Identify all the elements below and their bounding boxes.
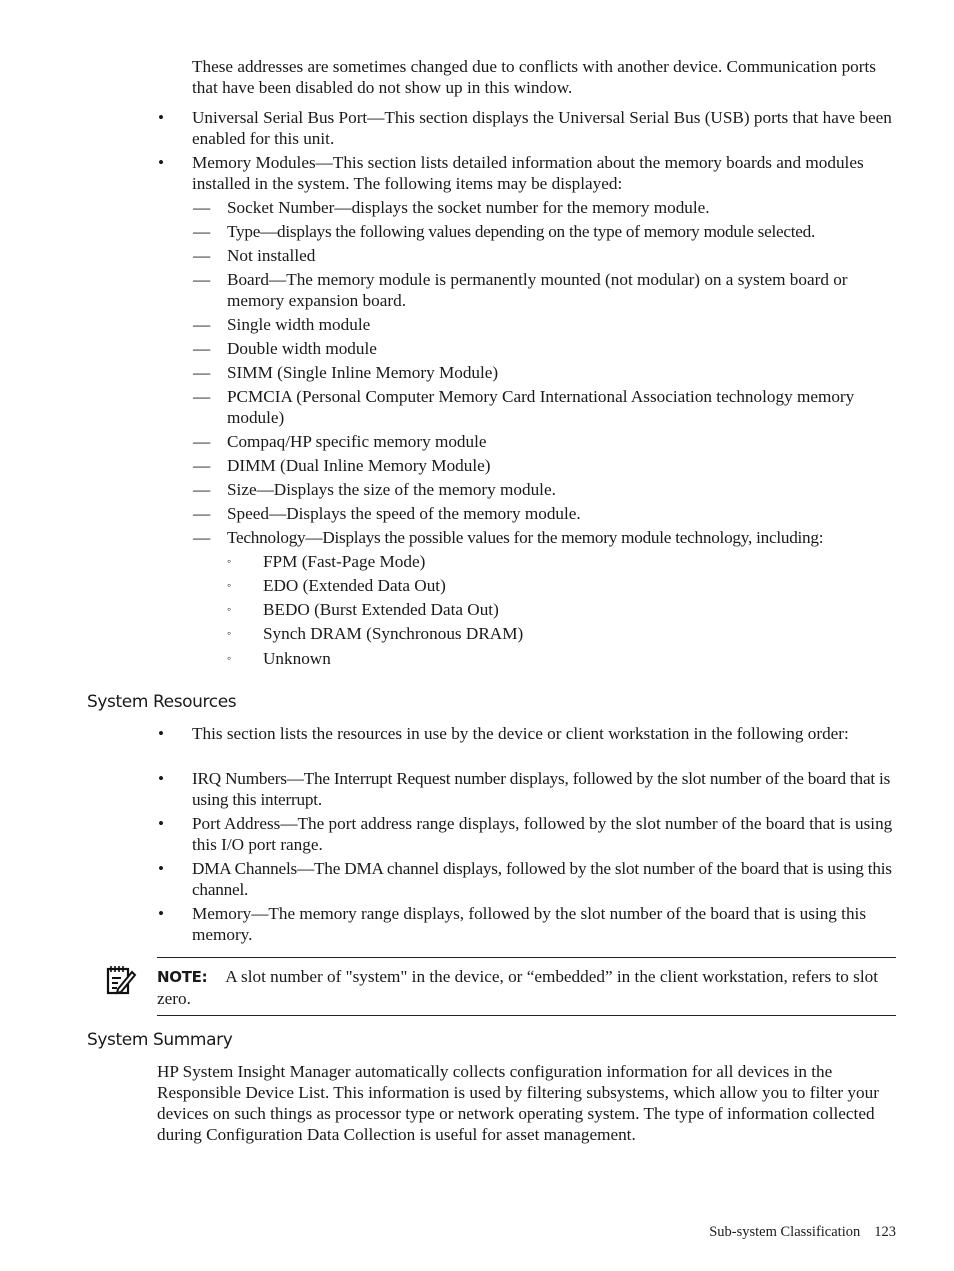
resource-item-text: Memory—The memory range displays, follow… — [192, 904, 867, 944]
memory-item-text: Type—displays the following values depen… — [227, 222, 816, 241]
dash-icon: — — [193, 315, 211, 334]
circle-bullet-icon: ◦ — [227, 626, 232, 640]
note-text: NOTE: A slot number of "system" in the de… — [157, 966, 896, 1009]
dash-icon: — — [193, 504, 211, 523]
memory-item-text: Technology—Displays the possible values … — [227, 528, 824, 547]
dash-icon: — — [193, 456, 211, 475]
resource-item-text: DMA Channels—The DMA channel displays, f… — [192, 859, 892, 899]
list-item-text: Universal Serial Bus Port—This section d… — [192, 108, 892, 148]
memory-item-text: Double width module — [227, 339, 377, 358]
memory-item: — Board—The memory module is permanently… — [193, 269, 899, 311]
page-footer: Sub-system Classification 123 — [709, 1222, 896, 1243]
memory-item: — DIMM (Dual Inline Memory Module) — [193, 455, 899, 476]
memory-item-text: Size—Displays the size of the memory mod… — [227, 480, 556, 499]
dash-icon: — — [193, 387, 211, 406]
document-page: These addresses are sometimes changed du… — [0, 0, 954, 1271]
footer-section-title: Sub-system Classification — [709, 1224, 861, 1240]
memory-item-text: DIMM (Dual Inline Memory Module) — [227, 456, 491, 475]
memory-item: — Socket Number—displays the socket numb… — [193, 197, 899, 218]
memory-item-text: Socket Number—displays the socket number… — [227, 198, 710, 217]
resource-item-text: Port Address—The port address range disp… — [192, 814, 893, 854]
memory-item: — PCMCIA (Personal Computer Memory Card … — [193, 386, 899, 428]
circle-bullet-icon: ◦ — [227, 602, 232, 616]
technology-item: ◦ EDO (Extended Data Out) — [227, 575, 899, 596]
memory-item-text: Compaq/HP specific memory module — [227, 432, 487, 451]
dash-icon: — — [193, 246, 211, 265]
dash-icon: — — [193, 432, 211, 451]
note-body: A slot number of "system" in the device,… — [157, 967, 878, 1008]
circle-bullet-icon: ◦ — [227, 554, 232, 568]
memory-item-text: SIMM (Single Inline Memory Module) — [227, 363, 499, 382]
dash-icon: — — [193, 363, 211, 382]
resource-item: • Memory—The memory range displays, foll… — [158, 903, 898, 945]
memory-item: — Type—displays the following values dep… — [193, 221, 899, 242]
memory-item-text: Single width module — [227, 315, 371, 334]
bullet-icon: • — [158, 904, 165, 923]
bullet-icon: • — [158, 769, 164, 788]
page-number: 123 — [874, 1224, 896, 1240]
resource-item-text: IRQ Numbers—The Interrupt Request number… — [192, 769, 891, 809]
memory-item: — Speed—Displays the speed of the memory… — [193, 503, 899, 524]
resource-item: • IRQ Numbers—The Interrupt Request numb… — [158, 768, 898, 810]
memory-item-text: PCMCIA (Personal Computer Memory Card In… — [227, 387, 855, 427]
circle-bullet-icon: ◦ — [227, 578, 232, 592]
memory-item-text: Speed—Displays the speed of the memory m… — [227, 504, 581, 523]
section-heading-system-summary: System Summary — [87, 1030, 233, 1050]
list-item-memory-modules: • Memory Modules—This section lists deta… — [158, 152, 898, 194]
dash-icon: — — [193, 528, 210, 547]
bullet-icon: • — [158, 724, 165, 743]
list-item-usb-port: • Universal Serial Bus Port—This section… — [158, 107, 898, 149]
resource-item-text: This section lists the resources in use … — [192, 724, 849, 743]
bullet-icon: • — [158, 814, 165, 833]
note-pencil-icon — [106, 966, 137, 995]
bullet-icon: • — [158, 108, 165, 127]
technology-item: ◦ Unknown — [227, 648, 899, 669]
dash-icon: — — [193, 222, 210, 241]
technology-item: ◦ BEDO (Burst Extended Data Out) — [227, 599, 899, 620]
memory-item: — SIMM (Single Inline Memory Module) — [193, 362, 899, 383]
memory-item: — Single width module — [193, 314, 899, 335]
memory-item: — Double width module — [193, 338, 899, 359]
dash-icon: — — [193, 480, 211, 499]
technology-item: ◦ Synch DRAM (Synchronous DRAM) — [227, 623, 899, 644]
memory-item-text: Not installed — [227, 246, 316, 265]
dash-icon: — — [193, 198, 211, 217]
technology-item-text: BEDO (Burst Extended Data Out) — [263, 600, 499, 619]
intro-paragraph: These addresses are sometimes changed du… — [192, 57, 876, 97]
resource-item: • This section lists the resources in us… — [158, 723, 898, 744]
dash-icon: — — [193, 339, 211, 358]
list-item-text: Memory Modules—This section lists detail… — [192, 153, 864, 193]
technology-item-text: Synch DRAM (Synchronous DRAM) — [263, 624, 524, 643]
bullet-icon: • — [158, 859, 164, 878]
memory-item: — Compaq/HP specific memory module — [193, 431, 899, 452]
memory-item-text: Board—The memory module is permanently m… — [227, 270, 848, 310]
memory-item: — Technology—Displays the possible value… — [193, 527, 899, 548]
technology-item-text: EDO (Extended Data Out) — [263, 576, 446, 595]
section-heading-system-resources: System Resources — [87, 692, 237, 712]
resource-item: • DMA Channels—The DMA channel displays,… — [158, 858, 898, 900]
technology-item-text: Unknown — [263, 649, 331, 668]
circle-bullet-icon: ◦ — [227, 651, 232, 665]
bullet-icon: • — [158, 153, 165, 172]
note-box: NOTE: A slot number of "system" in the de… — [106, 957, 896, 1016]
memory-item: — Size—Displays the size of the memory m… — [193, 479, 899, 500]
technology-item-text: FPM (Fast-Page Mode) — [263, 552, 426, 571]
resource-item: • Port Address—The port address range di… — [158, 813, 898, 855]
technology-item: ◦ FPM (Fast-Page Mode) — [227, 551, 899, 572]
dash-icon: — — [193, 270, 211, 289]
memory-item: — Not installed — [193, 245, 899, 266]
system-summary-paragraph: HP System Insight Manager automatically … — [157, 1062, 879, 1144]
note-label: NOTE: — [157, 968, 208, 986]
